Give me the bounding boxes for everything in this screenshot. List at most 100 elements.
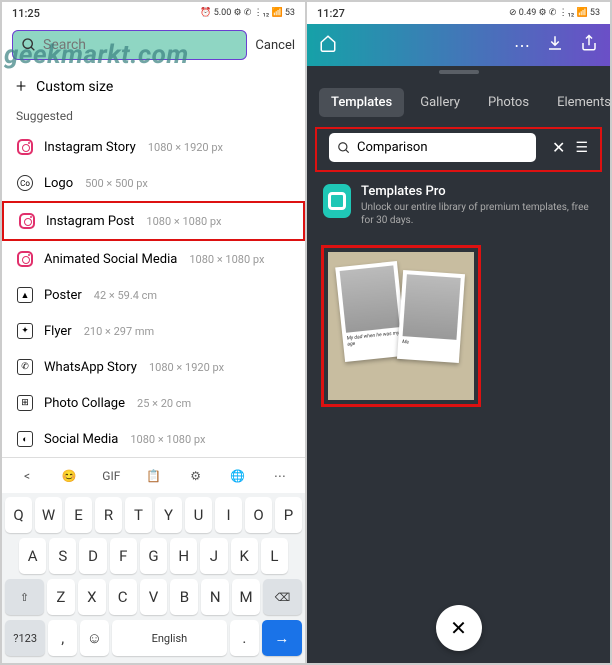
item-name: Poster xyxy=(44,288,82,303)
key-a[interactable]: A xyxy=(19,538,46,574)
plus-icon: + xyxy=(16,76,26,97)
tabs: Templates Gallery Photos Elements xyxy=(307,78,610,127)
template-preview: My dad when he was my age Me xyxy=(328,252,474,400)
list-item-instagram-story[interactable]: Instagram Story 1080 × 1920 px xyxy=(2,129,305,165)
list-item-animated-social[interactable]: Animated Social Media 1080 × 1080 px xyxy=(2,241,305,277)
item-name: WhatsApp Story xyxy=(44,360,137,375)
caption-left: My dad when he was my age xyxy=(346,330,401,348)
key-o[interactable]: O xyxy=(245,497,272,533)
list-item-instagram-post[interactable]: Instagram Post 1080 × 1080 px xyxy=(2,201,305,241)
custom-size-button[interactable]: + Custom size xyxy=(2,66,305,107)
key-b[interactable]: B xyxy=(170,579,198,615)
search-input[interactable] xyxy=(357,140,528,155)
key-shift[interactable]: ⇧ xyxy=(5,579,44,615)
cancel-button[interactable]: Cancel xyxy=(255,38,295,53)
keyboard: Q W E R T Y U I O P A S D F G H J K L xyxy=(2,493,305,664)
filter-icon[interactable]: ☰ xyxy=(575,140,588,156)
key-p[interactable]: P xyxy=(275,497,302,533)
key-e[interactable]: E xyxy=(65,497,92,533)
caption-right: Me xyxy=(402,339,456,349)
key-n[interactable]: N xyxy=(201,579,229,615)
status-icons: ⏰ 5.00 ⚙ ✆ ⋮₁₂ 📶 53 xyxy=(200,8,295,18)
key-h[interactable]: H xyxy=(170,538,197,574)
clear-icon[interactable]: ✕ xyxy=(552,138,565,157)
key-u[interactable]: U xyxy=(185,497,212,533)
status-bar: 11:27 ⊘ 0.49 ⚙ ✆ ⋮₁₂ 📶 53 xyxy=(307,2,610,24)
tab-gallery[interactable]: Gallery xyxy=(408,88,472,117)
status-bar: 11:25 ⏰ 5.00 ⚙ ✆ ⋮₁₂ 📶 53 xyxy=(2,2,305,24)
left-phone: 11:25 ⏰ 5.00 ⚙ ✆ ⋮₁₂ 📶 53 Cancel + Custo… xyxy=(1,1,306,664)
tb-back-icon[interactable]: < xyxy=(16,465,38,487)
tab-elements[interactable]: Elements xyxy=(545,88,611,117)
key-r[interactable]: R xyxy=(95,497,122,533)
list-item-whatsapp-story[interactable]: ✆ WhatsApp Story 1080 × 1920 px xyxy=(2,349,305,385)
whatsapp-icon: ✆ xyxy=(16,358,34,376)
key-symbols[interactable]: ?123 xyxy=(5,620,45,656)
key-m[interactable]: M xyxy=(232,579,260,615)
key-i[interactable]: I xyxy=(215,497,242,533)
key-g[interactable]: G xyxy=(140,538,167,574)
tab-photos[interactable]: Photos xyxy=(476,88,541,117)
list-item-social-media[interactable]: ◐ Social Media 1080 × 1080 px xyxy=(2,421,305,457)
list-item-poster[interactable]: ▲ Poster 42 × 59.4 cm xyxy=(2,277,305,313)
key-y[interactable]: Y xyxy=(155,497,182,533)
app-header: ⋯ xyxy=(307,24,610,66)
key-d[interactable]: D xyxy=(79,538,106,574)
list-item-logo[interactable]: Co Logo 500 × 500 px xyxy=(2,165,305,201)
item-dims: 1080 × 1920 px xyxy=(148,141,223,154)
list-item-photo-collage[interactable]: ⊞ Photo Collage 25 × 20 cm xyxy=(2,385,305,421)
poster-icon: ▲ xyxy=(16,286,34,304)
key-space[interactable]: English xyxy=(112,620,227,656)
logo-icon: Co xyxy=(16,174,34,192)
item-name: Logo xyxy=(44,176,73,191)
download-icon[interactable] xyxy=(546,34,564,56)
right-phone: 11:27 ⊘ 0.49 ⚙ ✆ ⋮₁₂ 📶 53 ⋯ Templates Ga… xyxy=(306,1,611,664)
item-dims: 1080 × 1920 px xyxy=(149,361,224,374)
key-s[interactable]: S xyxy=(49,538,76,574)
key-c[interactable]: C xyxy=(109,579,137,615)
key-q[interactable]: Q xyxy=(5,497,32,533)
suggested-heading: Suggested xyxy=(2,107,305,129)
list-item-flyer[interactable]: ✦ Flyer 210 × 297 mm xyxy=(2,313,305,349)
key-emoji[interactable]: ☺ xyxy=(80,620,109,656)
share-icon[interactable] xyxy=(580,34,598,56)
tb-clipboard-icon[interactable]: 📋 xyxy=(142,465,164,487)
tb-gif-icon[interactable]: GIF xyxy=(100,465,122,487)
search-box[interactable] xyxy=(329,133,536,162)
more-icon[interactable]: ⋯ xyxy=(514,36,530,55)
item-name: Animated Social Media xyxy=(44,252,177,267)
tb-more-icon[interactable]: ⋯ xyxy=(269,465,291,487)
key-x[interactable]: X xyxy=(78,579,106,615)
item-name: Social Media xyxy=(44,432,118,447)
item-dims: 1080 × 1080 px xyxy=(189,253,264,266)
keyboard-toolbar: < 😊 GIF 📋 ⚙ 🌐 ⋯ xyxy=(2,457,305,493)
tb-sticker-icon[interactable]: 😊 xyxy=(58,465,80,487)
key-period[interactable]: . xyxy=(230,620,259,656)
instagram-icon xyxy=(18,212,36,230)
tab-templates[interactable]: Templates xyxy=(319,88,404,117)
flyer-icon: ✦ xyxy=(16,322,34,340)
key-v[interactable]: V xyxy=(140,579,168,615)
key-k[interactable]: K xyxy=(231,538,258,574)
promo-title: Templates Pro xyxy=(361,184,594,199)
key-w[interactable]: W xyxy=(35,497,62,533)
promo-subtitle: Unlock our entire library of premium tem… xyxy=(361,201,594,227)
key-f[interactable]: F xyxy=(110,538,137,574)
tb-translate-icon[interactable]: 🌐 xyxy=(227,465,249,487)
key-comma[interactable]: , xyxy=(48,620,77,656)
item-dims: 210 × 297 mm xyxy=(84,325,154,338)
key-t[interactable]: T xyxy=(125,497,152,533)
tb-settings-icon[interactable]: ⚙ xyxy=(185,465,207,487)
template-result[interactable]: My dad when he was my age Me xyxy=(321,245,481,407)
drawer-grabber[interactable] xyxy=(307,66,610,78)
key-j[interactable]: J xyxy=(200,538,227,574)
key-enter[interactable]: → xyxy=(262,620,302,656)
search-icon xyxy=(337,141,351,155)
key-l[interactable]: L xyxy=(261,538,288,574)
item-name: Instagram Post xyxy=(46,214,134,229)
key-z[interactable]: Z xyxy=(47,579,75,615)
key-backspace[interactable]: ⌫ xyxy=(263,579,302,615)
home-icon[interactable] xyxy=(319,34,337,56)
templates-pro-promo[interactable]: Templates Pro Unlock our entire library … xyxy=(307,172,610,239)
close-fab[interactable]: ✕ xyxy=(436,605,482,651)
